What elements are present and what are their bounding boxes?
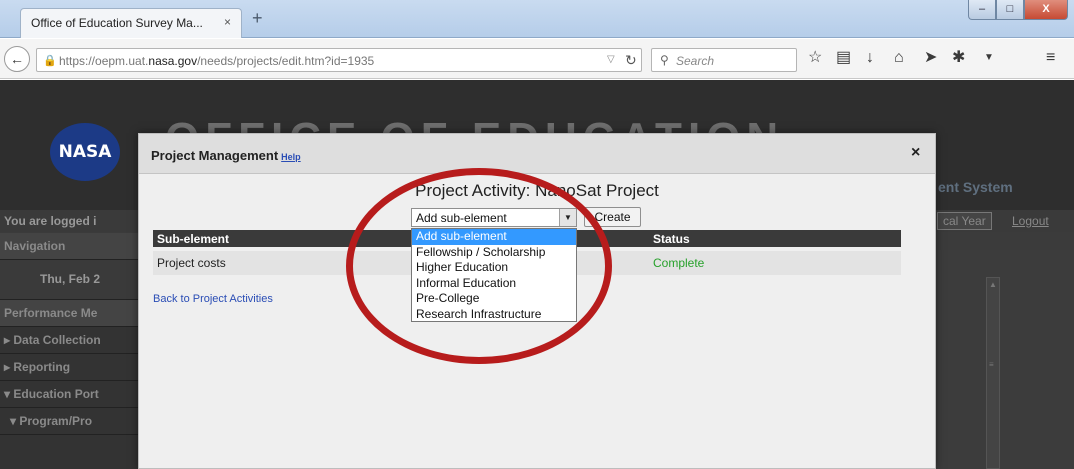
- dropdown-option[interactable]: Add sub-element: [412, 229, 576, 245]
- dropdown-option[interactable]: Informal Education: [412, 276, 576, 292]
- addon-icon[interactable]: ✱: [952, 48, 965, 68]
- column-header-status: Status: [653, 232, 690, 246]
- sub-element-dropdown-list: Add sub-element Fellowship / Scholarship…: [411, 228, 577, 322]
- dropdown-option[interactable]: Pre-College: [412, 291, 576, 307]
- project-management-dialog: Project Management Help × Project Activit…: [138, 133, 936, 469]
- back-to-activities-link[interactable]: Back to Project Activities: [153, 293, 273, 305]
- send-icon[interactable]: ➤: [924, 48, 937, 68]
- fiscal-year-button[interactable]: cal Year: [937, 212, 992, 230]
- nasa-logo: NASA: [50, 123, 120, 181]
- column-header-sub-element: Sub-element: [157, 232, 230, 246]
- close-icon[interactable]: ×: [911, 144, 920, 162]
- url-text: https://oepm.uat.nasa.gov/needs/projects…: [59, 54, 375, 68]
- back-arrow-icon[interactable]: ←: [4, 46, 30, 72]
- home-icon[interactable]: ⌂: [894, 48, 904, 68]
- help-link[interactable]: Help: [281, 152, 301, 162]
- sidebar: Navigation Thu, Feb 2 Performance Me ▸ D…: [0, 233, 140, 469]
- sidebar-item-reporting[interactable]: ▸ Reporting: [0, 354, 140, 381]
- sidebar-item-data-collection[interactable]: ▸ Data Collection: [0, 327, 140, 354]
- browser-tab[interactable]: Office of Education Survey Ma... ×: [20, 8, 242, 38]
- new-tab-button[interactable]: +: [252, 9, 263, 27]
- page-scrollbar[interactable]: ▲ ≡: [986, 277, 1000, 469]
- chevron-down-icon[interactable]: ▼: [559, 209, 576, 226]
- tab-close-icon[interactable]: ×: [224, 15, 231, 29]
- url-dropdown-icon[interactable]: ▽: [607, 54, 615, 65]
- create-button[interactable]: Create: [584, 207, 641, 227]
- close-window-button[interactable]: X: [1024, 0, 1068, 20]
- scroll-up-icon[interactable]: ▲: [989, 280, 997, 289]
- lock-icon: 🔒: [43, 55, 57, 67]
- chevron-down-icon[interactable]: ▼: [984, 48, 994, 68]
- reading-list-icon[interactable]: ▤: [836, 48, 851, 68]
- url-bar[interactable]: 🔒 https://oepm.uat.nasa.gov/needs/projec…: [36, 48, 642, 72]
- dropdown-option[interactable]: Fellowship / Scholarship: [412, 245, 576, 261]
- window-controls: – □ X: [968, 0, 1068, 22]
- search-placeholder: Search: [676, 54, 715, 68]
- dropdown-option[interactable]: Research Infrastructure: [412, 307, 576, 323]
- row-sub-element: Project costs: [157, 256, 226, 270]
- sub-element-select[interactable]: Add sub-element ▼: [411, 208, 577, 227]
- search-icon: ⚲: [660, 53, 669, 67]
- sidebar-item-program-project[interactable]: ▾ Program/Pro: [0, 408, 140, 435]
- sidebar-item-education-portfolio[interactable]: ▾ Education Port: [0, 381, 140, 408]
- dialog-header: Project Management Help ×: [139, 134, 935, 174]
- sidebar-item-performance[interactable]: Performance Me: [0, 300, 140, 327]
- logout-link[interactable]: Logout: [1012, 214, 1049, 228]
- select-value: Add sub-element: [416, 211, 507, 225]
- reload-icon[interactable]: ↻: [625, 52, 637, 69]
- maximize-button[interactable]: □: [996, 0, 1024, 20]
- activity-title: Project Activity: NanoSat Project: [415, 181, 659, 200]
- menu-icon[interactable]: ≡: [1046, 48, 1055, 68]
- sidebar-date: Thu, Feb 2: [0, 260, 140, 300]
- browser-navbar: ← 🔒 https://oepm.uat.nasa.gov/needs/proj…: [0, 39, 1074, 79]
- minimize-button[interactable]: –: [968, 0, 996, 20]
- logged-in-text: You are logged i: [4, 214, 97, 228]
- dropdown-option[interactable]: Higher Education: [412, 260, 576, 276]
- tab-title: Office of Education Survey Ma...: [31, 16, 203, 30]
- scroll-grip-icon[interactable]: ≡: [989, 360, 994, 369]
- sidebar-heading-navigation: Navigation: [0, 233, 140, 260]
- download-icon[interactable]: ↓: [866, 48, 874, 68]
- search-input[interactable]: ⚲ Search: [651, 48, 797, 72]
- bookmark-star-icon[interactable]: ☆: [808, 48, 822, 68]
- right-content-panel: [934, 250, 1074, 469]
- browser-titlebar: Office of Education Survey Ma... × + – □…: [0, 0, 1074, 38]
- row-status: Complete: [653, 256, 705, 270]
- system-name-text: ent System: [938, 179, 1013, 195]
- dialog-title: Project Management Help: [151, 148, 301, 163]
